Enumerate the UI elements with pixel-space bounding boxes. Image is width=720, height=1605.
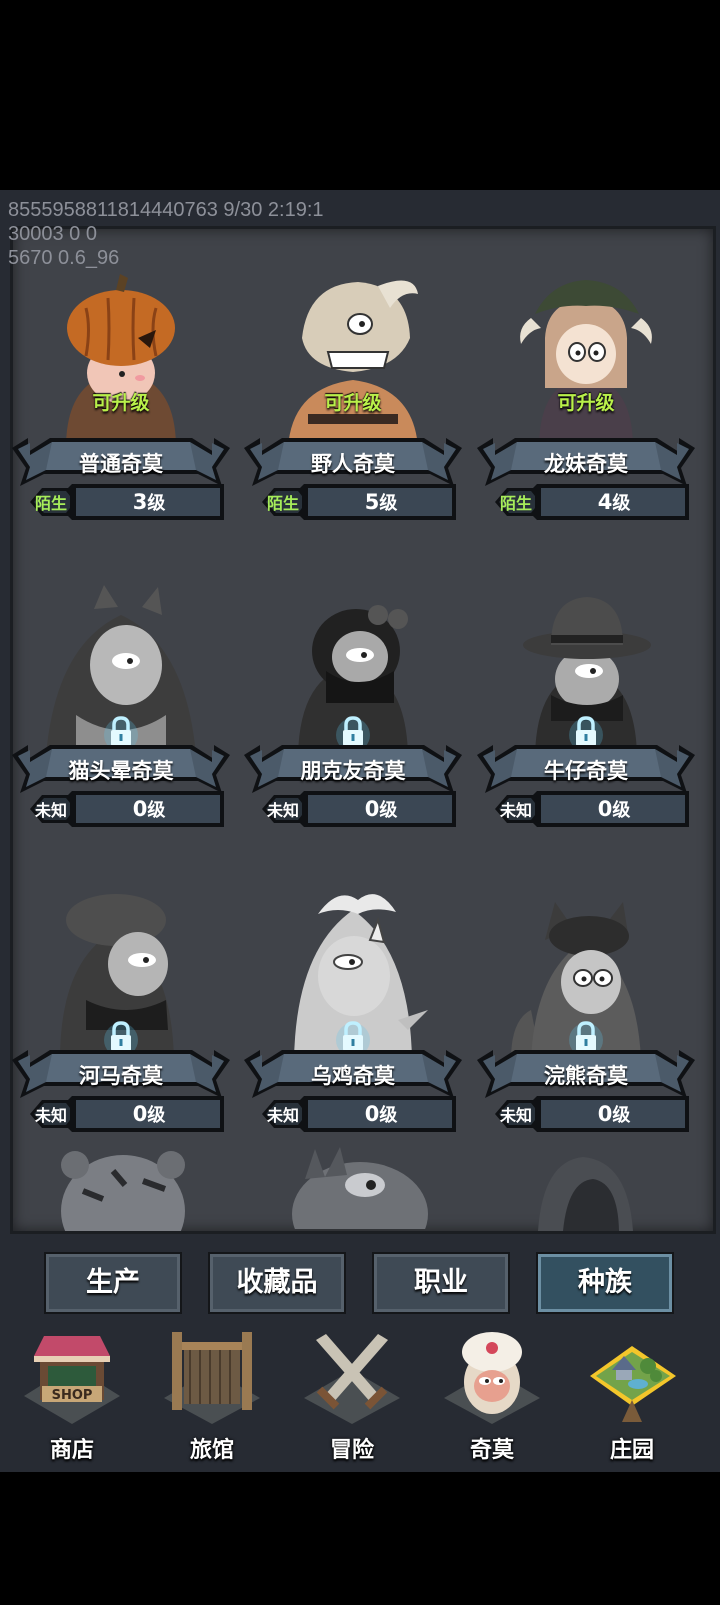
familiarity-status: 未知 (499, 801, 532, 820)
inn-gate-icon (164, 1332, 260, 1424)
character-level: 4级 (539, 489, 689, 515)
nav-adventure[interactable]: 冒险 (286, 1320, 418, 1463)
character-name: 朋克友奇莫 (300, 759, 406, 783)
tab-profession[interactable]: 职业 (372, 1252, 510, 1314)
shop-icon: SHOP (24, 1336, 120, 1424)
character-card[interactable]: 可升级普通奇莫 陌生 3级 (10, 268, 232, 538)
level-bar: 陌生 3级 (28, 482, 228, 522)
familiarity-status: 陌生 (266, 494, 299, 513)
level-number: 0 (364, 797, 380, 821)
level-suffix: 级 (612, 800, 631, 821)
character-card[interactable]: 可升级野人奇莫 陌生 5级 (242, 268, 464, 538)
character-card[interactable]: 浣熊奇莫 未知 0级 (475, 880, 697, 1150)
character-card[interactable]: 猫头晕奇莫 未知 0级 (10, 575, 232, 845)
tab-collectibles[interactable]: 收藏品 (208, 1252, 346, 1314)
level-suffix: 级 (147, 800, 166, 821)
category-tabs: 生产 收藏品 职业 种族 (0, 1252, 720, 1314)
level-suffix: 级 (612, 1105, 631, 1126)
level-suffix: 级 (612, 493, 631, 514)
character-name: 乌鸡奇莫 (311, 1064, 395, 1088)
character-name: 龙妹奇莫 (544, 452, 628, 476)
level-suffix: 级 (147, 1105, 166, 1126)
level-suffix: 级 (379, 1105, 398, 1126)
level-number: 5 (364, 490, 380, 514)
familiarity-status: 未知 (499, 1106, 532, 1125)
tiger-hood-icon (61, 1151, 185, 1231)
character-card[interactable]: 河马奇莫 未知 0级 (10, 880, 232, 1150)
level-bar: 陌生 5级 (260, 482, 460, 522)
crossed-swords-icon (304, 1334, 400, 1424)
kimo-character-icon (444, 1332, 540, 1424)
level-number: 4 (597, 490, 613, 514)
level-bar: 未知 0级 (260, 789, 460, 829)
nav-shop[interactable]: SHOP 商店 (6, 1320, 138, 1463)
character-name: 猫头晕奇莫 (68, 759, 174, 783)
level-bar: 未知 0级 (28, 789, 228, 829)
level-suffix: 级 (379, 493, 398, 514)
level-bar: 未知 0级 (493, 789, 693, 829)
upgrade-available-label: 可升级 (557, 392, 615, 414)
nav-adventure-label: 冒险 (329, 1438, 374, 1463)
upgrade-available-label: 可升级 (324, 392, 382, 414)
familiarity-status: 未知 (34, 801, 67, 820)
debug-line: 30003 0 0 (8, 223, 97, 245)
familiarity-status: 未知 (266, 1106, 299, 1125)
debug-line: 8555958811814440763 9/30 2:19:1 (8, 199, 324, 221)
nav-shop-label: 商店 (49, 1438, 94, 1463)
character-name: 普通奇莫 (79, 452, 163, 476)
debug-line: 5670 0.6_96 (8, 247, 120, 269)
nav-kimo[interactable]: 奇莫 (426, 1320, 558, 1463)
crocodile-hood-icon (292, 1147, 428, 1229)
level-number: 0 (132, 1102, 148, 1126)
character-card[interactable]: 朋克友奇莫 未知 0级 (242, 575, 464, 845)
familiarity-status: 陌生 (34, 494, 67, 513)
level-number: 0 (597, 797, 613, 821)
shop-sign: SHOP (52, 1388, 93, 1403)
character-name: 河马奇莫 (79, 1064, 163, 1088)
character-name: 浣熊奇莫 (544, 1064, 628, 1088)
nav-manor[interactable]: 庄园 (566, 1320, 698, 1463)
character-level: 0级 (306, 1101, 456, 1127)
level-number: 0 (132, 797, 148, 821)
character-level: 3级 (74, 489, 224, 515)
nav-kimo-label: 奇莫 (469, 1438, 514, 1463)
character-card[interactable]: 可升级龙妹奇莫 陌生 4级 (475, 268, 697, 538)
character-level: 0级 (539, 796, 689, 822)
level-number: 0 (364, 1102, 380, 1126)
character-card[interactable]: 牛仔奇莫 未知 0级 (475, 575, 697, 845)
level-bar: 陌生 4级 (493, 482, 693, 522)
level-suffix: 级 (379, 800, 398, 821)
level-bar: 未知 0级 (493, 1094, 693, 1134)
familiarity-status: 陌生 (499, 494, 532, 513)
pumpkin-costume-icon (46, 268, 196, 448)
level-number: 3 (132, 490, 148, 514)
level-bar: 未知 0级 (260, 1094, 460, 1134)
floating-island-icon (590, 1346, 676, 1422)
debug-overlay: 8555958811814440763 9/30 2:19:1 30003 0 … (8, 198, 324, 270)
character-level: 0级 (306, 796, 456, 822)
level-number: 0 (597, 1102, 613, 1126)
nav-manor-label: 庄园 (609, 1438, 654, 1463)
familiarity-status: 未知 (266, 801, 299, 820)
character-level: 0级 (74, 1101, 224, 1127)
character-level: 0级 (74, 796, 224, 822)
level-bar: 未知 0级 (28, 1094, 228, 1134)
dragon-girl-icon (511, 268, 661, 448)
nav-inn[interactable]: 旅馆 (146, 1320, 278, 1463)
familiarity-status: 未知 (34, 1106, 67, 1125)
character-name: 牛仔奇莫 (544, 759, 628, 783)
savage-skull-icon (278, 268, 428, 448)
level-suffix: 级 (147, 493, 166, 514)
tab-race[interactable]: 种族 (536, 1252, 674, 1314)
character-name: 野人奇莫 (311, 452, 395, 476)
character-card[interactable]: 乌鸡奇莫 未知 0级 (242, 880, 464, 1150)
nav-inn-label: 旅馆 (189, 1438, 234, 1463)
character-level: 0级 (539, 1101, 689, 1127)
hooded-figure-icon (538, 1157, 633, 1231)
upgrade-available-label: 可升级 (92, 392, 150, 414)
character-level: 5级 (306, 489, 456, 515)
bottom-navigation: SHOP 商店 旅馆 冒险 奇莫 庄园 (0, 1320, 720, 1463)
tab-production[interactable]: 生产 (44, 1252, 182, 1314)
